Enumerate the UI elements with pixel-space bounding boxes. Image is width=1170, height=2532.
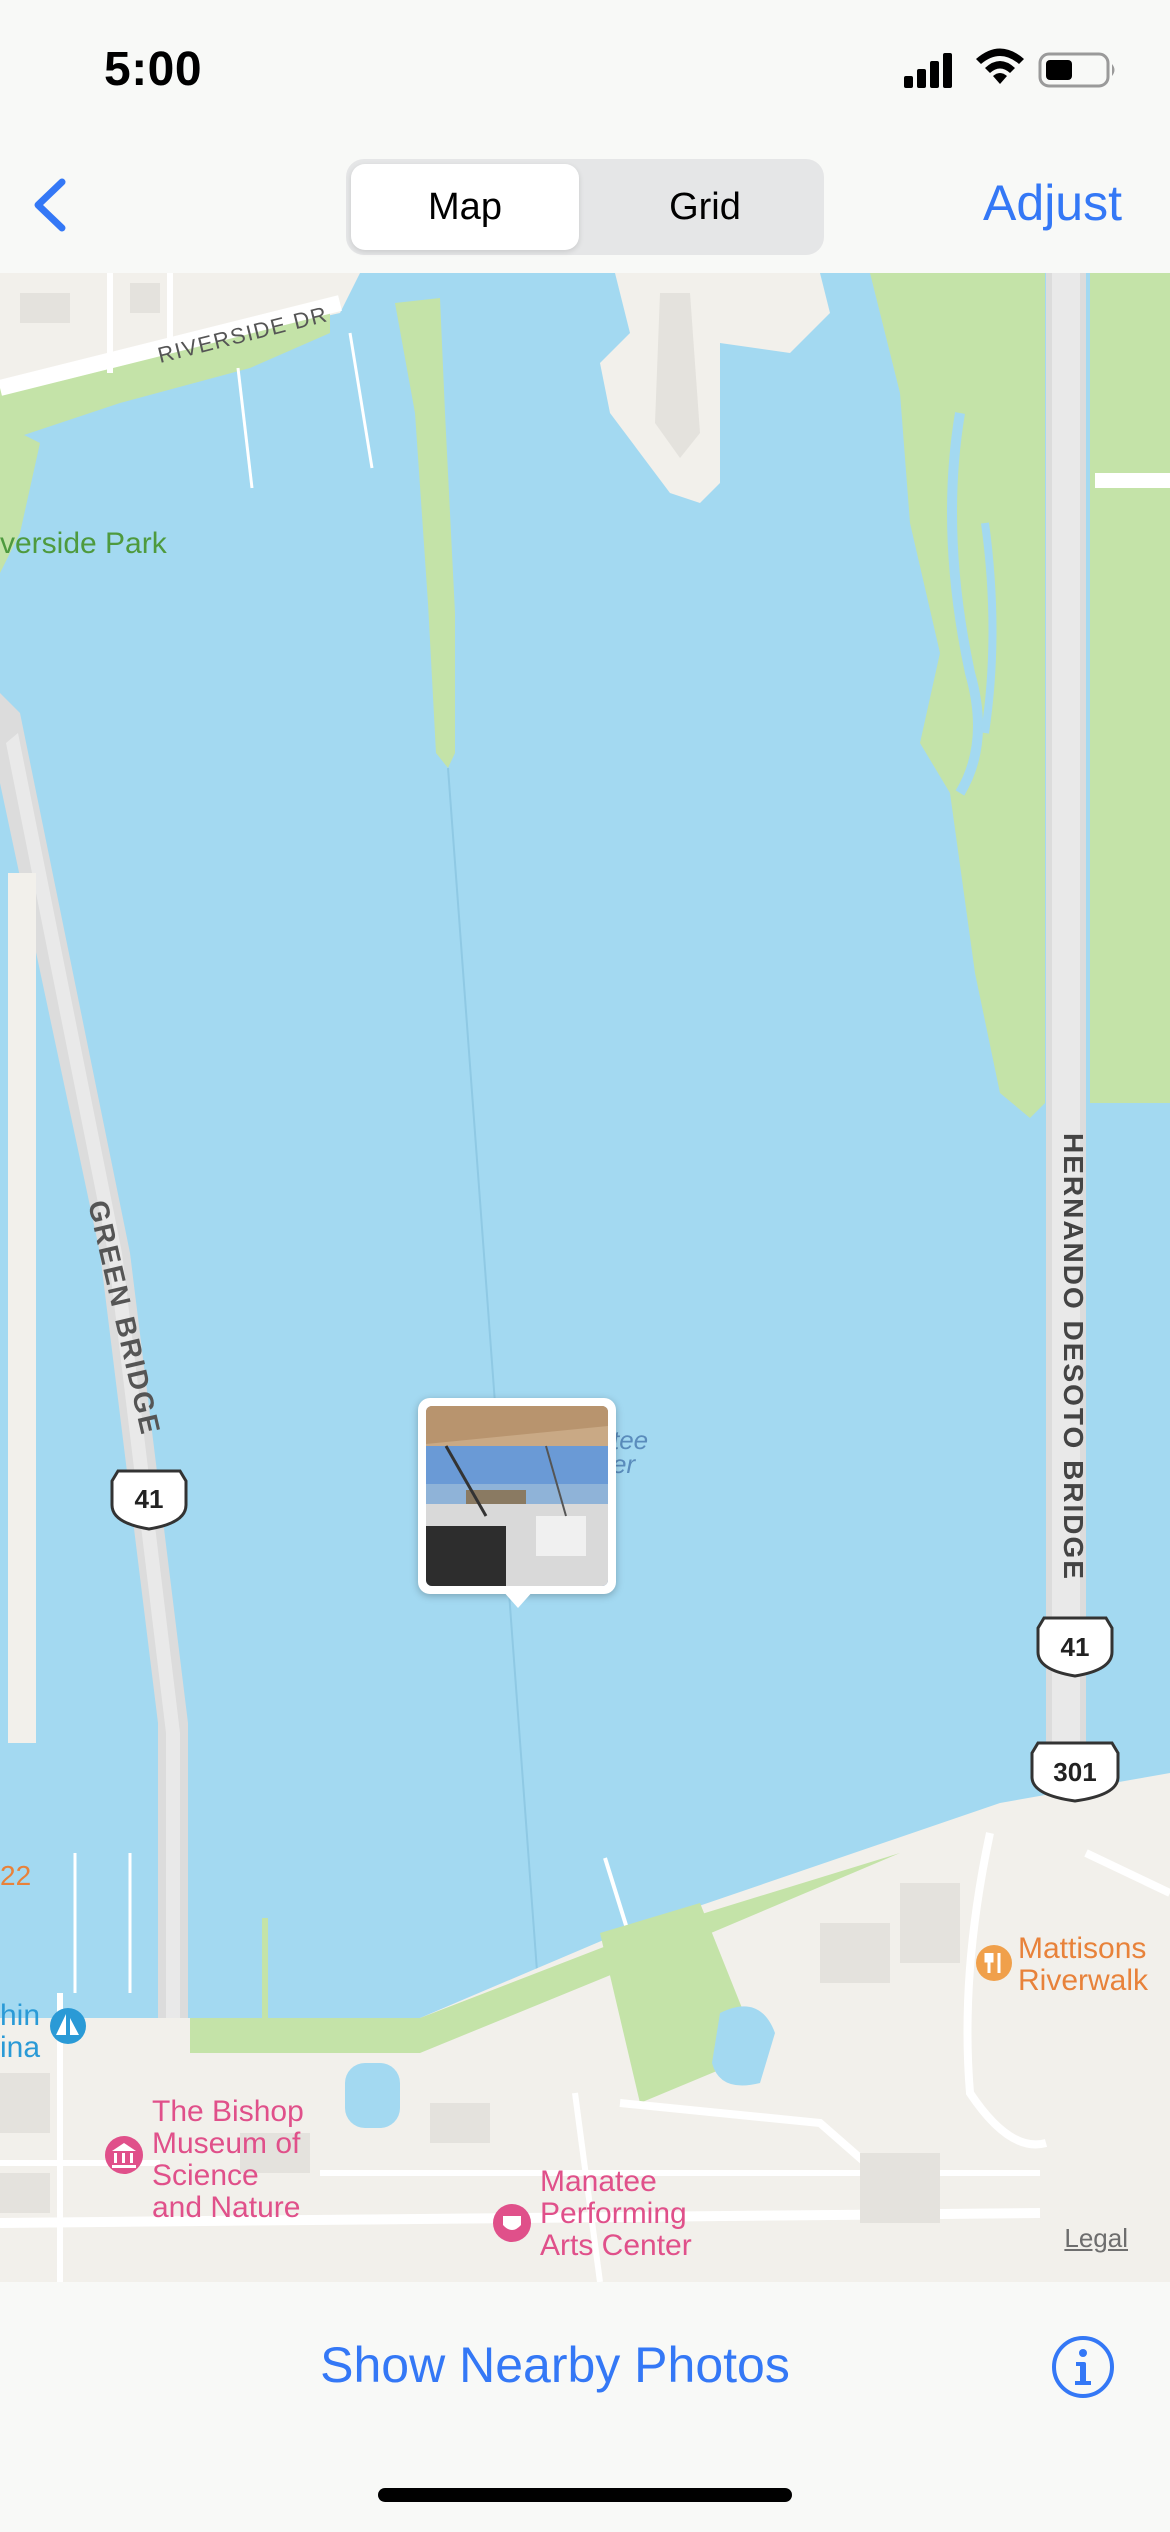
photo-pin[interactable] bbox=[418, 1398, 616, 1608]
us-41-shield-right: 41 bbox=[1036, 1616, 1114, 1678]
marina-label-line-1: hin bbox=[0, 1999, 40, 2032]
marina-sailboat-icon[interactable] bbox=[50, 2008, 86, 2044]
mattisons-line-2[interactable]: Riverwalk bbox=[1018, 1964, 1149, 1997]
restaurant-fork-knife-icon[interactable] bbox=[976, 1945, 1012, 1981]
riverside-park-label: verside Park bbox=[0, 527, 168, 560]
svg-text:41: 41 bbox=[135, 1484, 164, 1514]
bishop-museum-line-2[interactable]: Museum of bbox=[152, 2127, 301, 2160]
battery-icon bbox=[1038, 52, 1115, 88]
bishop-museum-line-4[interactable]: and Nature bbox=[152, 2191, 300, 2224]
svg-text:301: 301 bbox=[1053, 1757, 1096, 1787]
bishop-museum-line-1[interactable]: The Bishop bbox=[152, 2095, 304, 2128]
boat-photo-thumbnail bbox=[426, 1406, 608, 1586]
us-41-shield-left: 41 bbox=[110, 1469, 188, 1531]
segment-grid[interactable]: Grid bbox=[591, 164, 819, 250]
home-indicator[interactable] bbox=[378, 2488, 792, 2502]
show-nearby-photos-button[interactable]: Show Nearby Photos bbox=[0, 2336, 1110, 2394]
photo-thumbnail-frame bbox=[418, 1398, 616, 1594]
status-bar: 5:00 bbox=[0, 0, 1170, 150]
view-mode-segmented-control: Map Grid bbox=[346, 159, 824, 255]
manatee-pac-line-2[interactable]: Performing bbox=[540, 2197, 687, 2230]
map-canvas: RIVERSIDE DR verside Park GREEN BRIDGE H… bbox=[0, 273, 1170, 2282]
legal-link[interactable]: Legal bbox=[1064, 2223, 1128, 2254]
svg-text:41: 41 bbox=[1061, 1632, 1090, 1662]
us-301-shield: 301 bbox=[1030, 1741, 1120, 1803]
manatee-pac-line-3[interactable]: Arts Center bbox=[540, 2229, 692, 2262]
manatee-pac-line-1[interactable]: Manatee bbox=[540, 2165, 657, 2198]
navigation-bar: Map Grid Adjust bbox=[0, 150, 1170, 274]
hernando-desoto-bridge-label: HERNANDO DESOTO BRIDGE bbox=[1058, 1133, 1089, 1581]
adjust-button[interactable]: Adjust bbox=[983, 174, 1122, 232]
cellular-signal-icon bbox=[904, 53, 952, 88]
bishop-museum-line-3[interactable]: Science bbox=[152, 2159, 259, 2192]
mattisons-line-1[interactable]: Mattisons bbox=[1018, 1932, 1146, 1965]
route-label-partial: 22 bbox=[0, 1860, 31, 1891]
chevron-left-icon[interactable] bbox=[18, 170, 88, 240]
segment-map[interactable]: Map bbox=[351, 164, 579, 250]
info-circle-icon[interactable] bbox=[1050, 2334, 1116, 2400]
wifi-icon bbox=[976, 48, 1024, 84]
map-view[interactable]: RIVERSIDE DR verside Park GREEN BRIDGE H… bbox=[0, 273, 1170, 2282]
photo-pin-pointer bbox=[502, 1590, 534, 1608]
marina-label-line-2: ina bbox=[0, 2031, 40, 2064]
status-time: 5:00 bbox=[104, 43, 203, 96]
